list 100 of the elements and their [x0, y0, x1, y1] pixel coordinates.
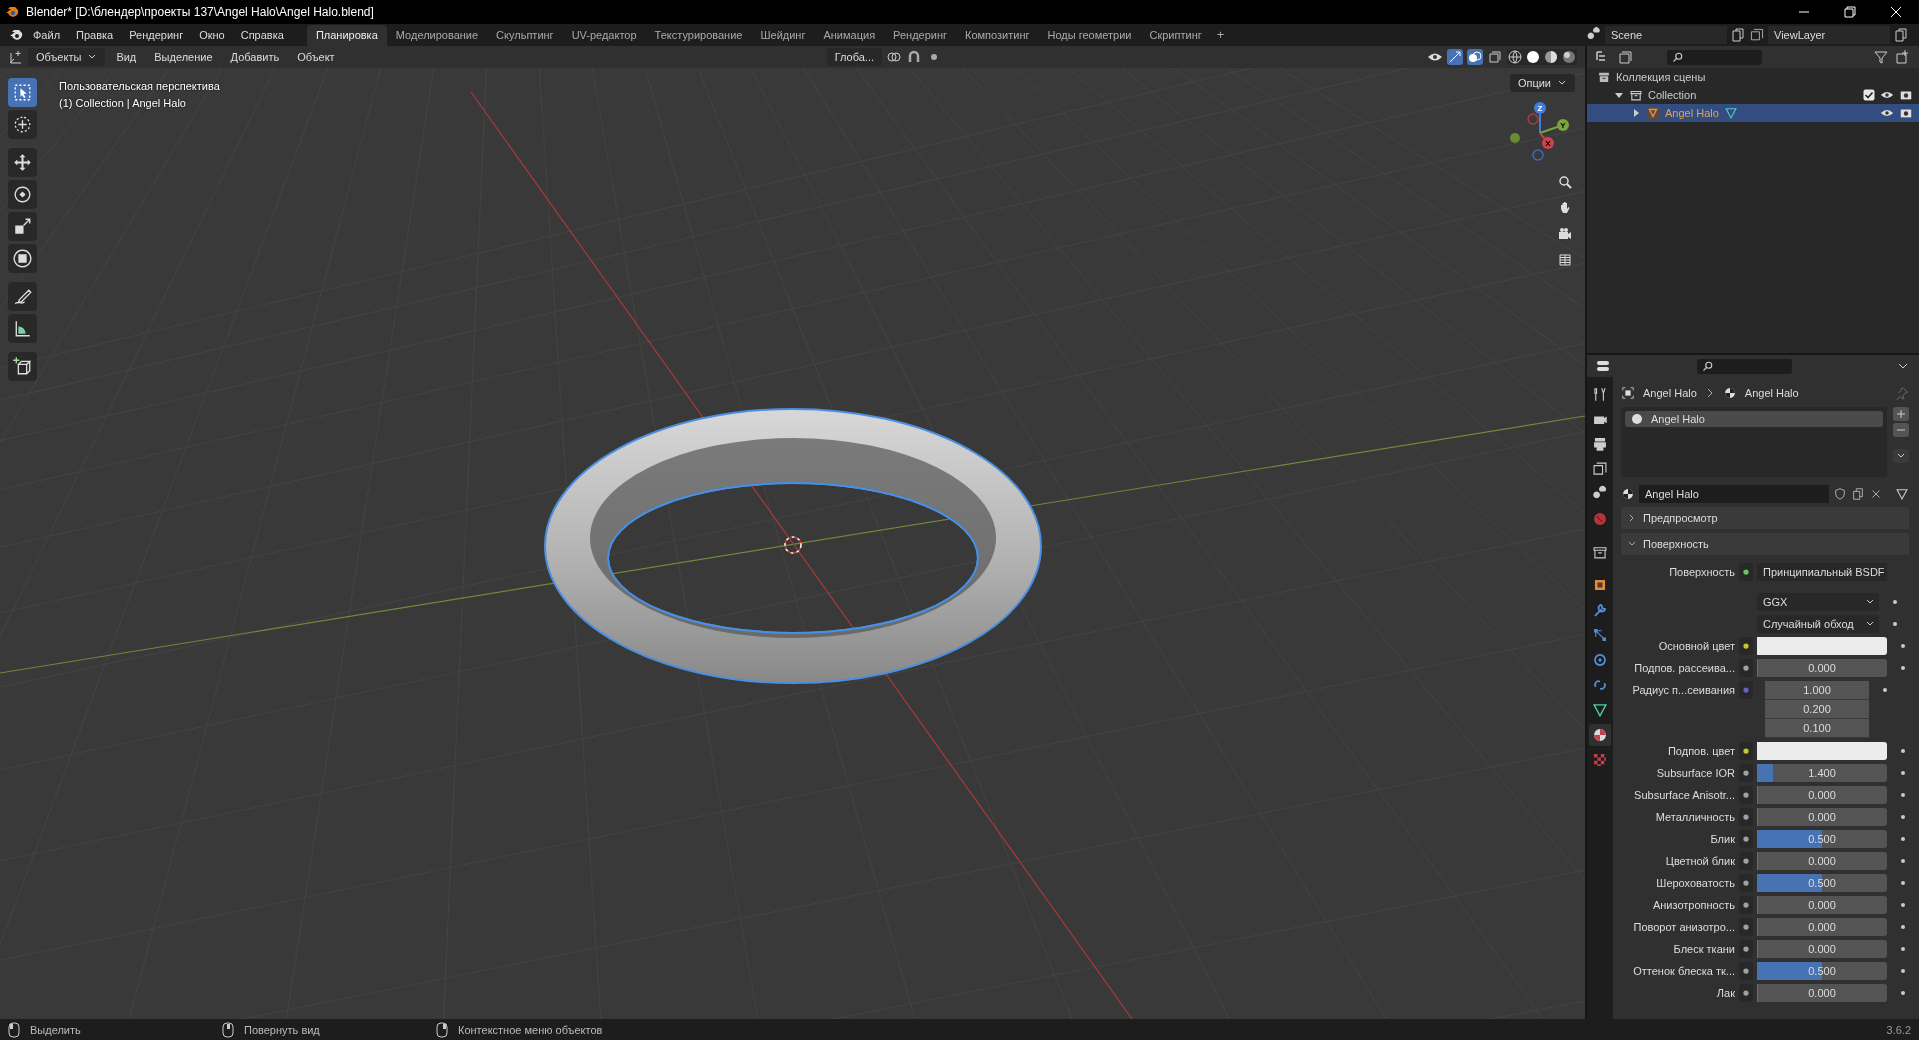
- value-slider[interactable]: 0.500: [1757, 874, 1887, 892]
- keyframe-icon[interactable]: [1899, 835, 1907, 843]
- socket-icon[interactable]: [1739, 637, 1753, 655]
- material-slot[interactable]: Angel Halo: [1625, 411, 1883, 427]
- value-slider[interactable]: 0.500: [1757, 962, 1887, 980]
- workspace-tab[interactable]: UV-редактор: [562, 25, 646, 46]
- mesh-data-icon[interactable]: [1723, 106, 1738, 120]
- keyframe-icon[interactable]: [1899, 664, 1907, 672]
- value-slider[interactable]: 0.500: [1757, 830, 1887, 848]
- keyframe-icon[interactable]: [1891, 598, 1899, 606]
- measure-tool[interactable]: [8, 314, 37, 343]
- menu-item[interactable]: Файл: [26, 26, 68, 44]
- new-collection-icon[interactable]: [1895, 49, 1911, 65]
- dropdown[interactable]: GGX: [1757, 593, 1879, 611]
- keyframe-icon[interactable]: [1881, 686, 1889, 694]
- menu-item[interactable]: Окно: [192, 26, 232, 44]
- socket-icon[interactable]: [1739, 742, 1753, 760]
- keyframe-icon[interactable]: [1899, 967, 1907, 975]
- duplicate-icon[interactable]: [1851, 487, 1865, 501]
- outliner-row[interactable]: Коллекция сцены: [1587, 68, 1919, 86]
- material-name-field[interactable]: Angel Halo: [1639, 485, 1829, 503]
- remove-slot-button[interactable]: [1893, 423, 1909, 437]
- value-slider[interactable]: 0.000: [1757, 918, 1887, 936]
- xray-icon[interactable]: [1487, 49, 1503, 65]
- socket-icon[interactable]: [1739, 852, 1753, 870]
- view-layer-icon[interactable]: [1749, 27, 1765, 43]
- cursor-tool[interactable]: [8, 110, 37, 139]
- filter-icon[interactable]: [1873, 49, 1889, 65]
- value-slider[interactable]: 0.000: [1757, 984, 1887, 1002]
- disclosure-icon[interactable]: [1614, 90, 1624, 100]
- value-field[interactable]: 1.000: [1765, 681, 1869, 700]
- wireframe-shading-icon[interactable]: [1507, 49, 1523, 65]
- checkbox[interactable]: [1863, 89, 1875, 101]
- workspace-tab[interactable]: Композитинг: [956, 25, 1039, 46]
- snap-icon[interactable]: [906, 49, 922, 65]
- menu-item[interactable]: Выделение: [147, 48, 220, 66]
- material-browse-icon[interactable]: [1621, 487, 1635, 501]
- color-swatch[interactable]: [1757, 742, 1887, 760]
- view-layer-field[interactable]: ViewLayer: [1768, 26, 1890, 44]
- menu-item[interactable]: Объект: [290, 48, 342, 66]
- filter-view-icon[interactable]: [1617, 49, 1633, 65]
- mesh-link-icon[interactable]: [1895, 487, 1909, 501]
- shader-field[interactable]: Принципиальный BSDF: [1757, 563, 1887, 581]
- zoom-icon[interactable]: [1557, 174, 1573, 190]
- socket-icon[interactable]: [1739, 764, 1753, 782]
- keyframe-icon[interactable]: [1899, 857, 1907, 865]
- outliner-row[interactable]: Collection: [1587, 86, 1919, 104]
- scale-tool[interactable]: [8, 212, 37, 241]
- axis-gizmo-drawing[interactable]: Z Y X: [1505, 98, 1575, 168]
- socket-icon[interactable]: [1739, 874, 1753, 892]
- slot-menu-button[interactable]: [1893, 449, 1909, 463]
- move-tool[interactable]: [8, 148, 37, 177]
- value-slider[interactable]: 0.000: [1757, 659, 1887, 677]
- value-slider[interactable]: 0.000: [1757, 940, 1887, 958]
- value-slider[interactable]: 1.400: [1757, 764, 1887, 782]
- value-slider[interactable]: 0.000: [1757, 808, 1887, 826]
- keyframe-icon[interactable]: [1899, 642, 1907, 650]
- menu-item[interactable]: Вид: [109, 48, 144, 66]
- workspace-tab[interactable]: Моделирование: [386, 25, 488, 46]
- panel-header[interactable]: Поверхность: [1621, 533, 1909, 555]
- dropdown[interactable]: Случайный обход: [1757, 615, 1879, 633]
- socket-icon[interactable]: [1739, 659, 1753, 677]
- value-slider[interactable]: 0.000: [1757, 896, 1887, 914]
- workspace-tab[interactable]: Текстурирование: [645, 25, 752, 46]
- value-field[interactable]: 0.100: [1765, 719, 1869, 738]
- camera-icon[interactable]: [1557, 226, 1573, 242]
- material-tab[interactable]: [1589, 724, 1611, 746]
- socket-icon[interactable]: [1739, 962, 1753, 980]
- socket-icon[interactable]: [1739, 830, 1753, 848]
- select-box-tool[interactable]: [8, 78, 37, 107]
- menu-item[interactable]: Добавить: [223, 48, 287, 66]
- add-cube-tool[interactable]: [8, 352, 37, 381]
- shield-icon[interactable]: [1833, 487, 1847, 501]
- transform-tool[interactable]: [8, 244, 37, 273]
- new-view-layer-icon[interactable]: [1893, 27, 1909, 43]
- grid-view-icon[interactable]: [1557, 252, 1573, 268]
- rotate-tool[interactable]: [8, 180, 37, 209]
- workspace-tab[interactable]: Анимация: [814, 25, 885, 46]
- value-field[interactable]: 0.200: [1765, 700, 1869, 719]
- keyframe-icon[interactable]: [1899, 769, 1907, 777]
- panel-header[interactable]: Предпросмотр: [1621, 507, 1909, 529]
- menu-item[interactable]: Справка: [233, 26, 291, 44]
- rendered-shading-icon[interactable]: [1561, 49, 1577, 65]
- keyframe-icon[interactable]: [1899, 989, 1907, 997]
- workspace-tab[interactable]: Ноды геометрии: [1038, 25, 1141, 46]
- gizmo-toggle-icon[interactable]: [1447, 49, 1463, 65]
- keyframe-icon[interactable]: [1899, 923, 1907, 931]
- mode-dropdown[interactable]: Объекты: [28, 48, 106, 66]
- color-swatch[interactable]: [1757, 637, 1887, 655]
- keyframe-icon[interactable]: [1899, 901, 1907, 909]
- search-field[interactable]: [1697, 358, 1792, 374]
- workspace-tab[interactable]: Скульптинг: [487, 25, 563, 46]
- orientation-dropdown[interactable]: Глоба...: [826, 48, 882, 66]
- keyframe-icon[interactable]: [1899, 879, 1907, 887]
- socket-icon[interactable]: [1739, 918, 1753, 936]
- keyframe-icon[interactable]: [1899, 747, 1907, 755]
- annotate-tool[interactable]: [8, 282, 37, 311]
- editor-type-icon[interactable]: [1595, 358, 1611, 374]
- menu-item[interactable]: Правка: [69, 26, 121, 44]
- socket-icon[interactable]: [1739, 563, 1753, 581]
